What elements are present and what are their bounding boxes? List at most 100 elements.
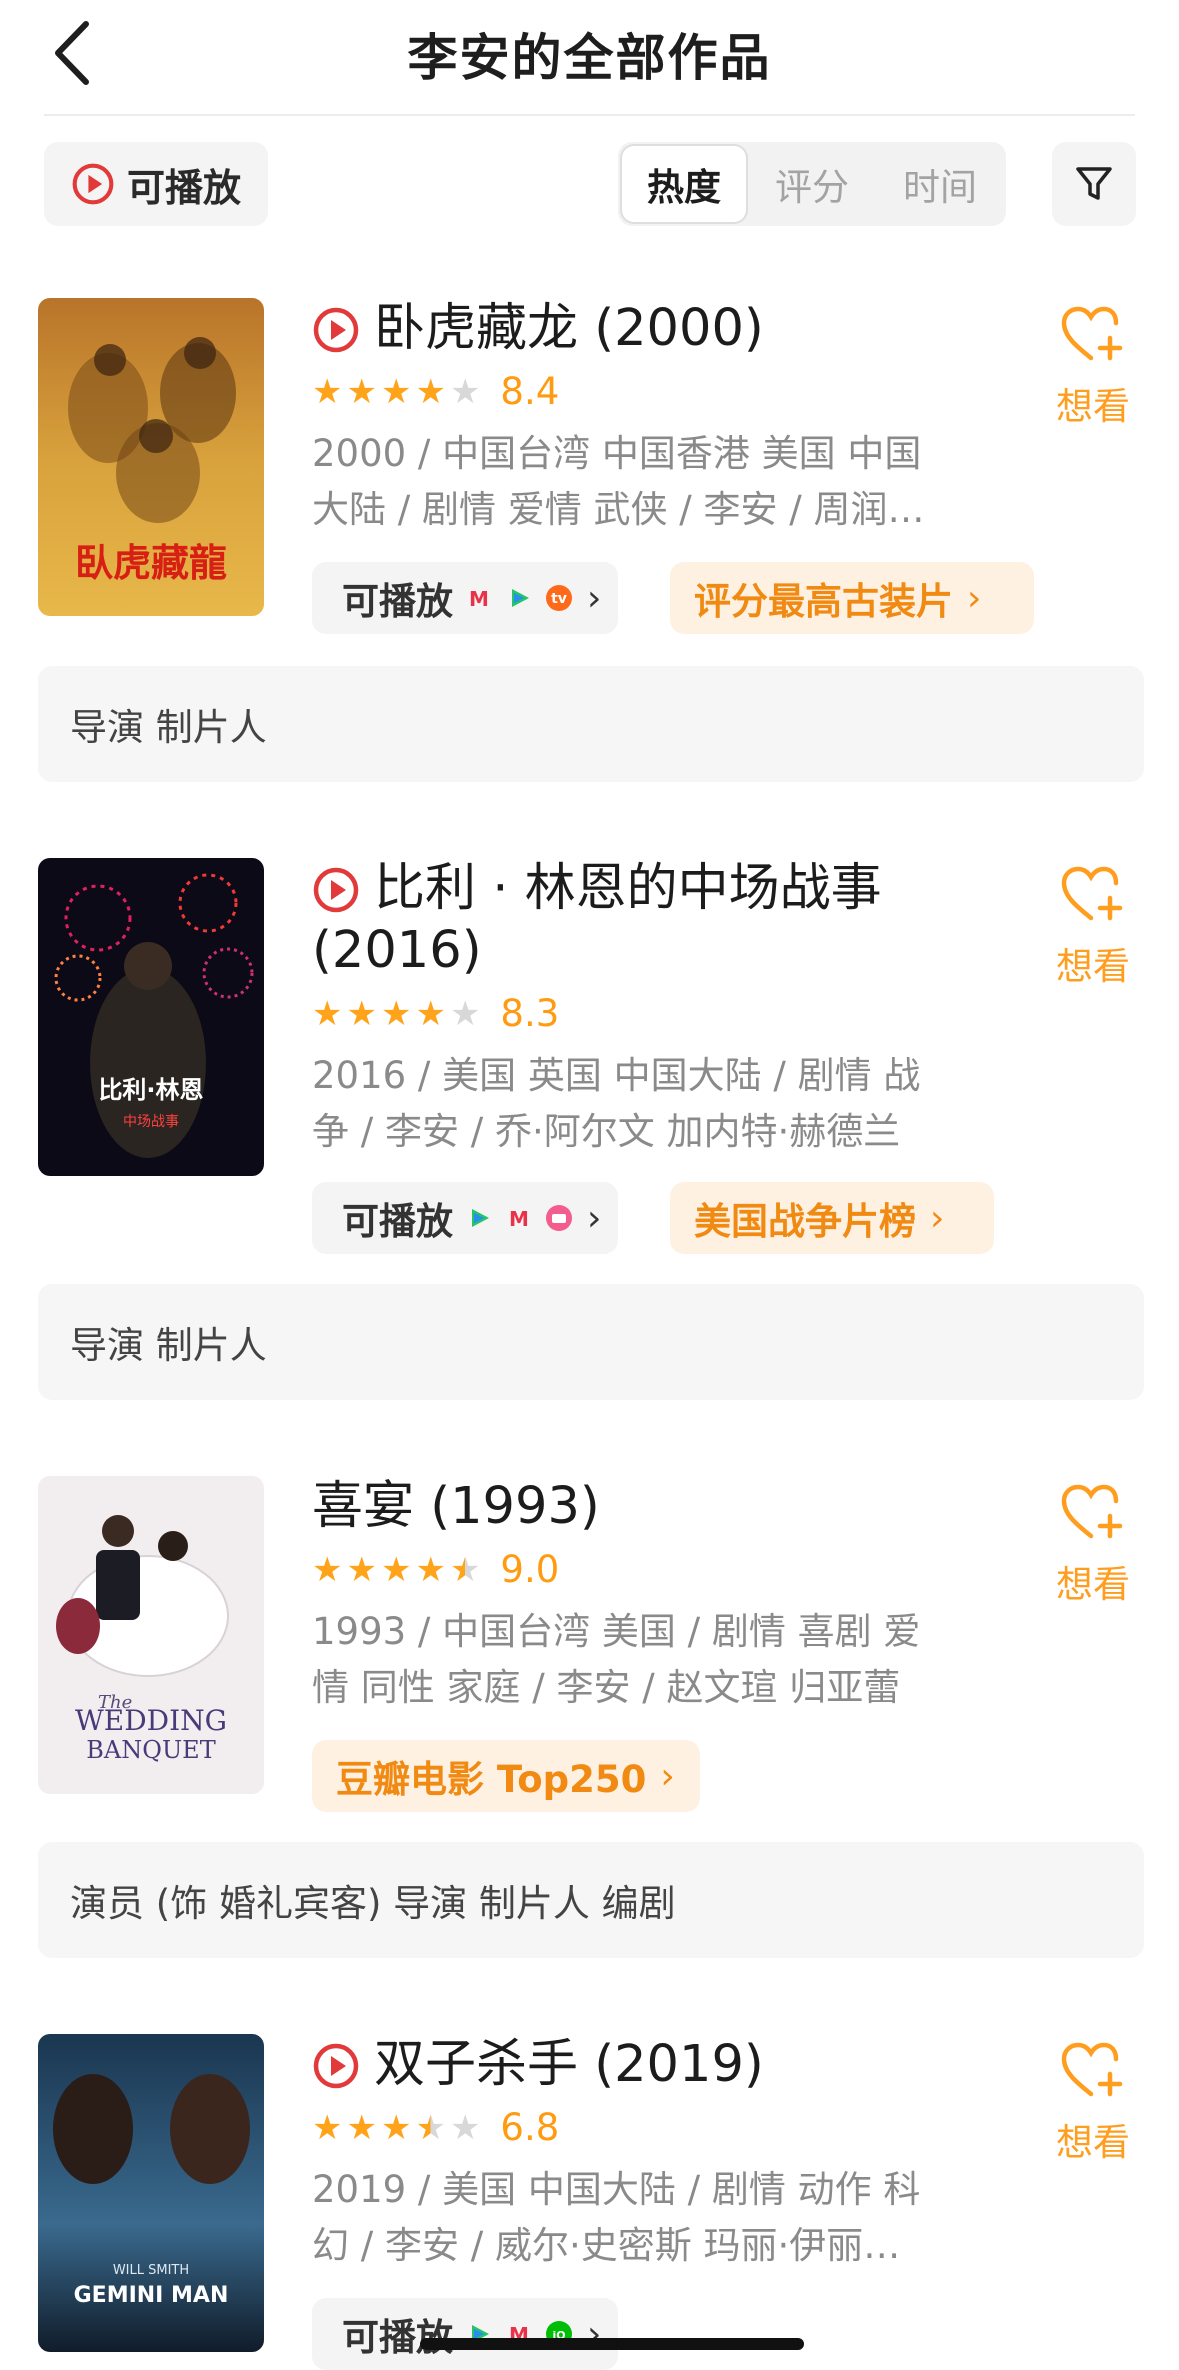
sort-tabs: 热度 评分 时间 xyxy=(618,142,1006,226)
tab-hot[interactable]: 热度 xyxy=(622,146,746,222)
home-indicator xyxy=(420,2338,804,2350)
star-icon: ★ xyxy=(380,1549,412,1590)
rating-score: 8.4 xyxy=(500,370,560,413)
movie-title[interactable]: 卧虎藏龙 (2000) xyxy=(374,298,764,360)
want-to-watch-label: 想看 xyxy=(1056,2121,1130,2164)
playable-filter-label: 可播放 xyxy=(126,165,241,210)
star-icon: ★ xyxy=(380,371,412,412)
movie-title-line1[interactable]: 比利 · 林恩的中场战事 xyxy=(374,858,882,920)
poster-title-text: 比利·林恩 xyxy=(98,1076,203,1104)
playable-pill-label: 可播放 xyxy=(342,580,453,623)
star-icon: ★ xyxy=(449,993,481,1034)
poster-subtitle-text: BANQUET xyxy=(86,1736,215,1764)
tab-rating[interactable]: 评分 xyxy=(750,146,874,222)
chevron-right-icon: › xyxy=(660,1755,675,1797)
star-icon: ★ xyxy=(380,993,412,1034)
ranking-pill[interactable]: 美国战争片榜 › xyxy=(670,1182,994,1254)
ranking-pill-label: 美国战争片榜 xyxy=(694,1200,916,1243)
half-star-icon: ★ xyxy=(415,2107,446,2148)
playable-pill[interactable]: 可播放 M iQ › xyxy=(312,2298,618,2370)
ranking-pill[interactable]: 豆瓣电影 Top250 › xyxy=(312,1740,700,1812)
playable-pill[interactable]: 可播放 M tv › xyxy=(312,562,618,634)
star-icon: ★ xyxy=(346,2107,377,2148)
page-title: 李安的全部作品 xyxy=(407,29,772,87)
star-icon: ★ xyxy=(380,2107,412,2148)
movie-poster[interactable]: The WEDDING BANQUET xyxy=(38,1476,264,1794)
chevron-right-icon: › xyxy=(967,577,982,619)
star-icon: ★ xyxy=(346,993,377,1034)
movie-meta: 2019 / 美国 中国大陆 / 剧情 动作 科幻 / 李安 / 威尔·史密斯 … xyxy=(312,2168,921,2267)
heart-plus-icon xyxy=(1061,1484,1123,1539)
svg-text:M: M xyxy=(469,587,489,611)
heart-plus-icon xyxy=(1061,306,1123,361)
movie-meta: 2000 / 中国台湾 中国香港 美国 中国大陆 / 剧情 爱情 武侠 / 李安… xyxy=(312,432,925,531)
chevron-right-icon: › xyxy=(587,577,602,619)
movie-title[interactable]: 喜宴 (1993) xyxy=(312,1476,600,1538)
tencent-video-icon xyxy=(512,589,529,607)
movie-title-line2[interactable]: (2016) xyxy=(312,920,482,982)
role-bar: 演员 (饰 婚礼宾客) 导演 制片人 编剧 xyxy=(38,1842,1144,1958)
mgtv-icon: tv xyxy=(546,585,572,611)
ranking-pill-label: 豆瓣电影 Top250 xyxy=(336,1758,647,1801)
want-to-watch-label: 想看 xyxy=(1056,1563,1130,1606)
movie-meta: 1993 / 中国台湾 美国 / 剧情 喜剧 爱情 同性 家庭 / 李安 / 赵… xyxy=(312,1610,921,1709)
star-icon: ★ xyxy=(312,371,343,412)
playable-pill-label: 可播放 xyxy=(342,2316,453,2359)
rating: ★ ★ ★ ★ ★ 6.8 xyxy=(312,2106,559,2149)
rating: ★ ★ ★ ★ ★ 8.4 xyxy=(312,370,559,413)
play-circle-icon xyxy=(313,2043,359,2089)
movie-meta: 2016 / 美国 英国 中国大陆 / 剧情 战争 / 李安 / 乔·阿尔文 加… xyxy=(312,1054,921,1153)
movie-poster[interactable]: 臥虎藏龍 xyxy=(38,298,264,616)
chevron-right-icon: › xyxy=(587,1197,602,1239)
ranking-pill[interactable]: 评分最高古装片 › xyxy=(670,562,1034,634)
want-to-watch-button[interactable]: 想看 xyxy=(1048,2040,1138,2166)
play-circle-icon xyxy=(313,867,359,913)
rating-score: 9.0 xyxy=(500,1548,560,1591)
star-icon: ★ xyxy=(415,1549,446,1590)
header-divider xyxy=(44,114,1135,116)
want-to-watch-button[interactable]: 想看 xyxy=(1048,1482,1138,1608)
playable-filter-button[interactable]: 可播放 xyxy=(44,142,268,226)
svg-text:M: M xyxy=(509,1207,529,1231)
poster-actor-text: WILL SMITH xyxy=(113,2263,189,2278)
half-star-icon: ★ xyxy=(449,1549,481,1590)
movie-title[interactable]: 双子杀手 (2019) xyxy=(374,2034,764,2096)
poster-subtitle-text: 中场战事 xyxy=(123,1114,179,1130)
rating: ★ ★ ★ ★ ★ 8.3 xyxy=(312,992,559,1035)
tencent-video-icon xyxy=(472,1209,489,1227)
heart-plus-icon xyxy=(1061,866,1123,921)
star-icon: ★ xyxy=(312,2107,343,2148)
play-circle-icon xyxy=(72,163,114,205)
play-circle-icon xyxy=(313,307,359,353)
ranking-pill-label: 评分最高古装片 xyxy=(694,580,953,623)
poster-title-text: 臥虎藏龍 xyxy=(75,540,227,585)
want-to-watch-label: 想看 xyxy=(1056,945,1130,988)
want-to-watch-button[interactable]: 想看 xyxy=(1048,864,1138,990)
star-icon: ★ xyxy=(312,993,343,1034)
poster-title-text: WEDDING xyxy=(75,1704,227,1737)
tab-time[interactable]: 时间 xyxy=(878,146,1002,222)
star-icon: ★ xyxy=(312,1549,343,1590)
playable-pill-label: 可播放 xyxy=(342,1200,453,1243)
svg-text:tv: tv xyxy=(551,591,567,607)
want-to-watch-label: 想看 xyxy=(1056,385,1130,428)
rating-score: 6.8 xyxy=(500,2106,560,2149)
header: 李安的全部作品 xyxy=(0,0,1179,116)
playable-pill[interactable]: 可播放 M › xyxy=(312,1182,618,1254)
funnel-icon xyxy=(1076,167,1112,200)
rating: ★ ★ ★ ★ ★ 9.0 xyxy=(312,1548,559,1591)
rating-score: 8.3 xyxy=(500,992,560,1035)
bilibili-icon xyxy=(546,1205,572,1231)
star-icon: ★ xyxy=(415,993,446,1034)
star-icon: ★ xyxy=(449,371,481,412)
toolbar: 可播放 热度 评分 时间 xyxy=(0,140,1179,232)
want-to-watch-button[interactable]: 想看 xyxy=(1048,304,1138,430)
poster-title-text: GEMINI MAN xyxy=(74,2283,229,2308)
heart-plus-icon xyxy=(1061,2042,1123,2097)
filter-button[interactable] xyxy=(1052,142,1136,226)
chevron-right-icon: › xyxy=(930,1197,945,1239)
star-icon: ★ xyxy=(415,371,446,412)
movie-poster[interactable]: 比利·林恩 中场战事 xyxy=(38,858,264,1176)
role-bar: 导演 制片人 xyxy=(38,1284,1144,1400)
movie-poster[interactable]: WILL SMITH GEMINI MAN xyxy=(38,2034,264,2352)
